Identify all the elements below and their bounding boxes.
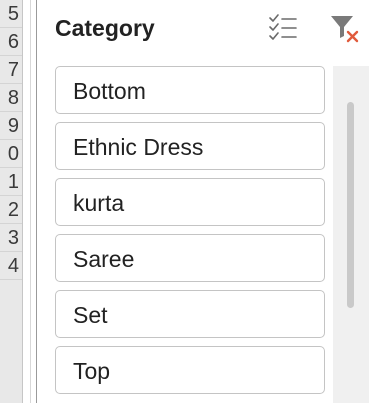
clear-filter-button[interactable] [327, 10, 363, 46]
slicer-item-label: Ethnic Dress [73, 134, 204, 160]
slicer-item[interactable]: kurta [55, 178, 325, 226]
category-slicer[interactable]: Category Bottom Ethnic Dress kurta Saree… [36, 0, 376, 403]
slicer-item[interactable]: Bottom [55, 66, 325, 114]
row-header[interactable]: 9 [0, 112, 22, 140]
spreadsheet-view: 5 6 7 8 9 0 1 2 3 4 Category Bottom Ethn… [0, 0, 376, 403]
row-header[interactable]: 6 [0, 28, 22, 56]
slicer-item-label: kurta [73, 190, 125, 216]
clear-filter-icon [331, 16, 359, 43]
slicer-item[interactable]: Saree [55, 234, 325, 282]
row-header[interactable]: 0 [0, 140, 22, 168]
slicer-title: Category [55, 15, 155, 41]
multi-select-icon [269, 14, 297, 40]
column-gridline [30, 0, 31, 403]
slicer-item-label: Saree [73, 246, 135, 272]
slicer-item[interactable]: Ethnic Dress [55, 122, 325, 170]
scrollbar-thumb[interactable] [347, 102, 354, 308]
row-header[interactable]: 2 [0, 196, 22, 224]
slicer-item-label: Bottom [73, 78, 146, 104]
row-header[interactable]: 5 [0, 0, 22, 28]
row-headers: 5 6 7 8 9 0 1 2 3 4 [0, 0, 23, 403]
slicer-items: Bottom Ethnic Dress kurta Saree Set Top [55, 66, 325, 402]
multi-select-button[interactable] [265, 10, 301, 46]
row-header[interactable]: 4 [0, 252, 22, 280]
slicer-item-label: Set [73, 302, 108, 328]
row-header[interactable]: 3 [0, 224, 22, 252]
row-header[interactable]: 1 [0, 168, 22, 196]
row-header[interactable]: 8 [0, 84, 22, 112]
slicer-item[interactable]: Set [55, 290, 325, 338]
scrollbar-track[interactable] [333, 66, 369, 403]
slicer-item[interactable]: Top [55, 346, 325, 394]
slicer-item-label: Top [73, 358, 111, 384]
row-header[interactable]: 7 [0, 56, 22, 84]
